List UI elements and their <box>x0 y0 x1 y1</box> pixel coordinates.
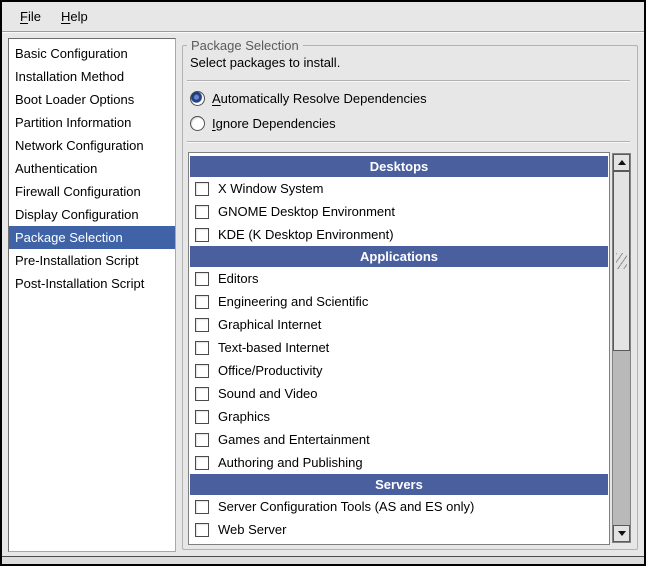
package-label: KDE (K Desktop Environment) <box>218 227 394 242</box>
package-row[interactable]: Graphical Internet <box>189 313 609 336</box>
sidebar-item-package-selection[interactable]: Package Selection <box>9 226 175 249</box>
package-label: X Window System <box>218 181 323 196</box>
scrollbar[interactable] <box>612 153 631 543</box>
separator <box>187 141 630 142</box>
group-header-applications: Applications <box>190 246 608 267</box>
bottom-strip <box>2 557 644 564</box>
package-row[interactable]: Graphics <box>189 405 609 428</box>
sidebar-item-post-installation-script[interactable]: Post-Installation Script <box>9 272 175 295</box>
package-row[interactable]: Sound and Video <box>189 382 609 405</box>
package-list: Desktops X Window System GNOME Desktop Env… <box>188 152 610 545</box>
checkbox-unchecked-icon[interactable] <box>195 456 209 470</box>
menu-bar: File Help <box>2 2 644 32</box>
sidebar-item-display-configuration[interactable]: Display Configuration <box>9 203 175 226</box>
checkbox-unchecked-icon[interactable] <box>195 523 209 537</box>
package-row[interactable]: Editors <box>189 267 609 290</box>
sidebar-item-installation-method[interactable]: Installation Method <box>9 65 175 88</box>
package-label: Server Configuration Tools (AS and ES on… <box>218 499 474 514</box>
package-row[interactable]: Text-based Internet <box>189 336 609 359</box>
sidebar-item-boot-loader-options[interactable]: Boot Loader Options <box>9 88 175 111</box>
package-row[interactable]: Authoring and Publishing <box>189 451 609 474</box>
package-label: Graphics <box>218 409 270 424</box>
checkbox-unchecked-icon[interactable] <box>195 318 209 332</box>
checkbox-unchecked-icon[interactable] <box>195 205 209 219</box>
group-header-desktops: Desktops <box>190 156 608 177</box>
radio-ignore-dependencies[interactable]: Ignore Dependencies <box>190 114 336 132</box>
scrollbar-grip-icon <box>616 253 627 269</box>
package-selection-frame: Package Selection Select packages to ins… <box>182 45 638 550</box>
package-label: Text-based Internet <box>218 340 329 355</box>
package-label: Graphical Internet <box>218 317 321 332</box>
frame-title: Package Selection <box>187 38 303 53</box>
radio-selected-icon <box>190 91 205 106</box>
sidebar-item-network-configuration[interactable]: Network Configuration <box>9 134 175 157</box>
arrow-down-icon <box>618 531 626 536</box>
package-label: Editors <box>218 271 258 286</box>
package-row[interactable]: Web Server <box>189 518 609 541</box>
package-row[interactable]: KDE (K Desktop Environment) <box>189 223 609 246</box>
app-window: File Help Basic ConfigurationInstallation… <box>0 0 646 566</box>
menu-item-file[interactable]: File <box>14 3 47 30</box>
package-row[interactable]: Office/Productivity <box>189 359 609 382</box>
package-label: Games and Entertainment <box>218 432 370 447</box>
sidebar-item-authentication[interactable]: Authentication <box>9 157 175 180</box>
package-row[interactable]: Server Configuration Tools (AS and ES on… <box>189 495 609 518</box>
sidebar-item-pre-installation-script[interactable]: Pre-Installation Script <box>9 249 175 272</box>
package-row[interactable]: X Window System <box>189 177 609 200</box>
separator <box>187 80 630 81</box>
package-label: Authoring and Publishing <box>218 455 363 470</box>
sidebar-item-basic-configuration[interactable]: Basic Configuration <box>9 42 175 65</box>
checkbox-unchecked-icon[interactable] <box>195 433 209 447</box>
scrollbar-down-button[interactable] <box>613 525 630 542</box>
sidebar-item-firewall-configuration[interactable]: Firewall Configuration <box>9 180 175 203</box>
checkbox-unchecked-icon[interactable] <box>195 295 209 309</box>
checkbox-unchecked-icon[interactable] <box>195 500 209 514</box>
checkbox-unchecked-icon[interactable] <box>195 272 209 286</box>
package-label: Office/Productivity <box>218 363 323 378</box>
package-label: Web Server <box>218 522 286 537</box>
radio-unselected-icon <box>190 116 205 131</box>
group-header-servers: Servers <box>190 474 608 495</box>
checkbox-unchecked-icon[interactable] <box>195 387 209 401</box>
sidebar-list: Basic ConfigurationInstallation MethodBo… <box>8 38 176 552</box>
checkbox-unchecked-icon[interactable] <box>195 182 209 196</box>
scrollbar-thumb[interactable] <box>613 171 630 351</box>
sidebar-item-partition-information[interactable]: Partition Information <box>9 111 175 134</box>
checkbox-unchecked-icon[interactable] <box>195 228 209 242</box>
package-label: Engineering and Scientific <box>218 294 368 309</box>
scrollbar-up-button[interactable] <box>613 154 630 171</box>
package-row[interactable]: GNOME Desktop Environment <box>189 200 609 223</box>
scrollbar-track[interactable] <box>613 351 630 527</box>
radio-automatically-resolve-dependencies[interactable]: Automatically Resolve Dependencies <box>190 89 427 107</box>
package-row[interactable]: Games and Entertainment <box>189 428 609 451</box>
package-row[interactable]: Engineering and Scientific <box>189 290 609 313</box>
radio-label: Ignore Dependencies <box>212 116 336 131</box>
package-label: GNOME Desktop Environment <box>218 204 395 219</box>
checkbox-unchecked-icon[interactable] <box>195 341 209 355</box>
checkbox-unchecked-icon[interactable] <box>195 410 209 424</box>
checkbox-unchecked-icon[interactable] <box>195 364 209 378</box>
arrow-up-icon <box>618 160 626 165</box>
package-label: Sound and Video <box>218 386 318 401</box>
menu-item-help[interactable]: Help <box>55 3 94 30</box>
radio-label: Automatically Resolve Dependencies <box>212 91 427 106</box>
subtitle-text: Select packages to install. <box>190 55 340 70</box>
